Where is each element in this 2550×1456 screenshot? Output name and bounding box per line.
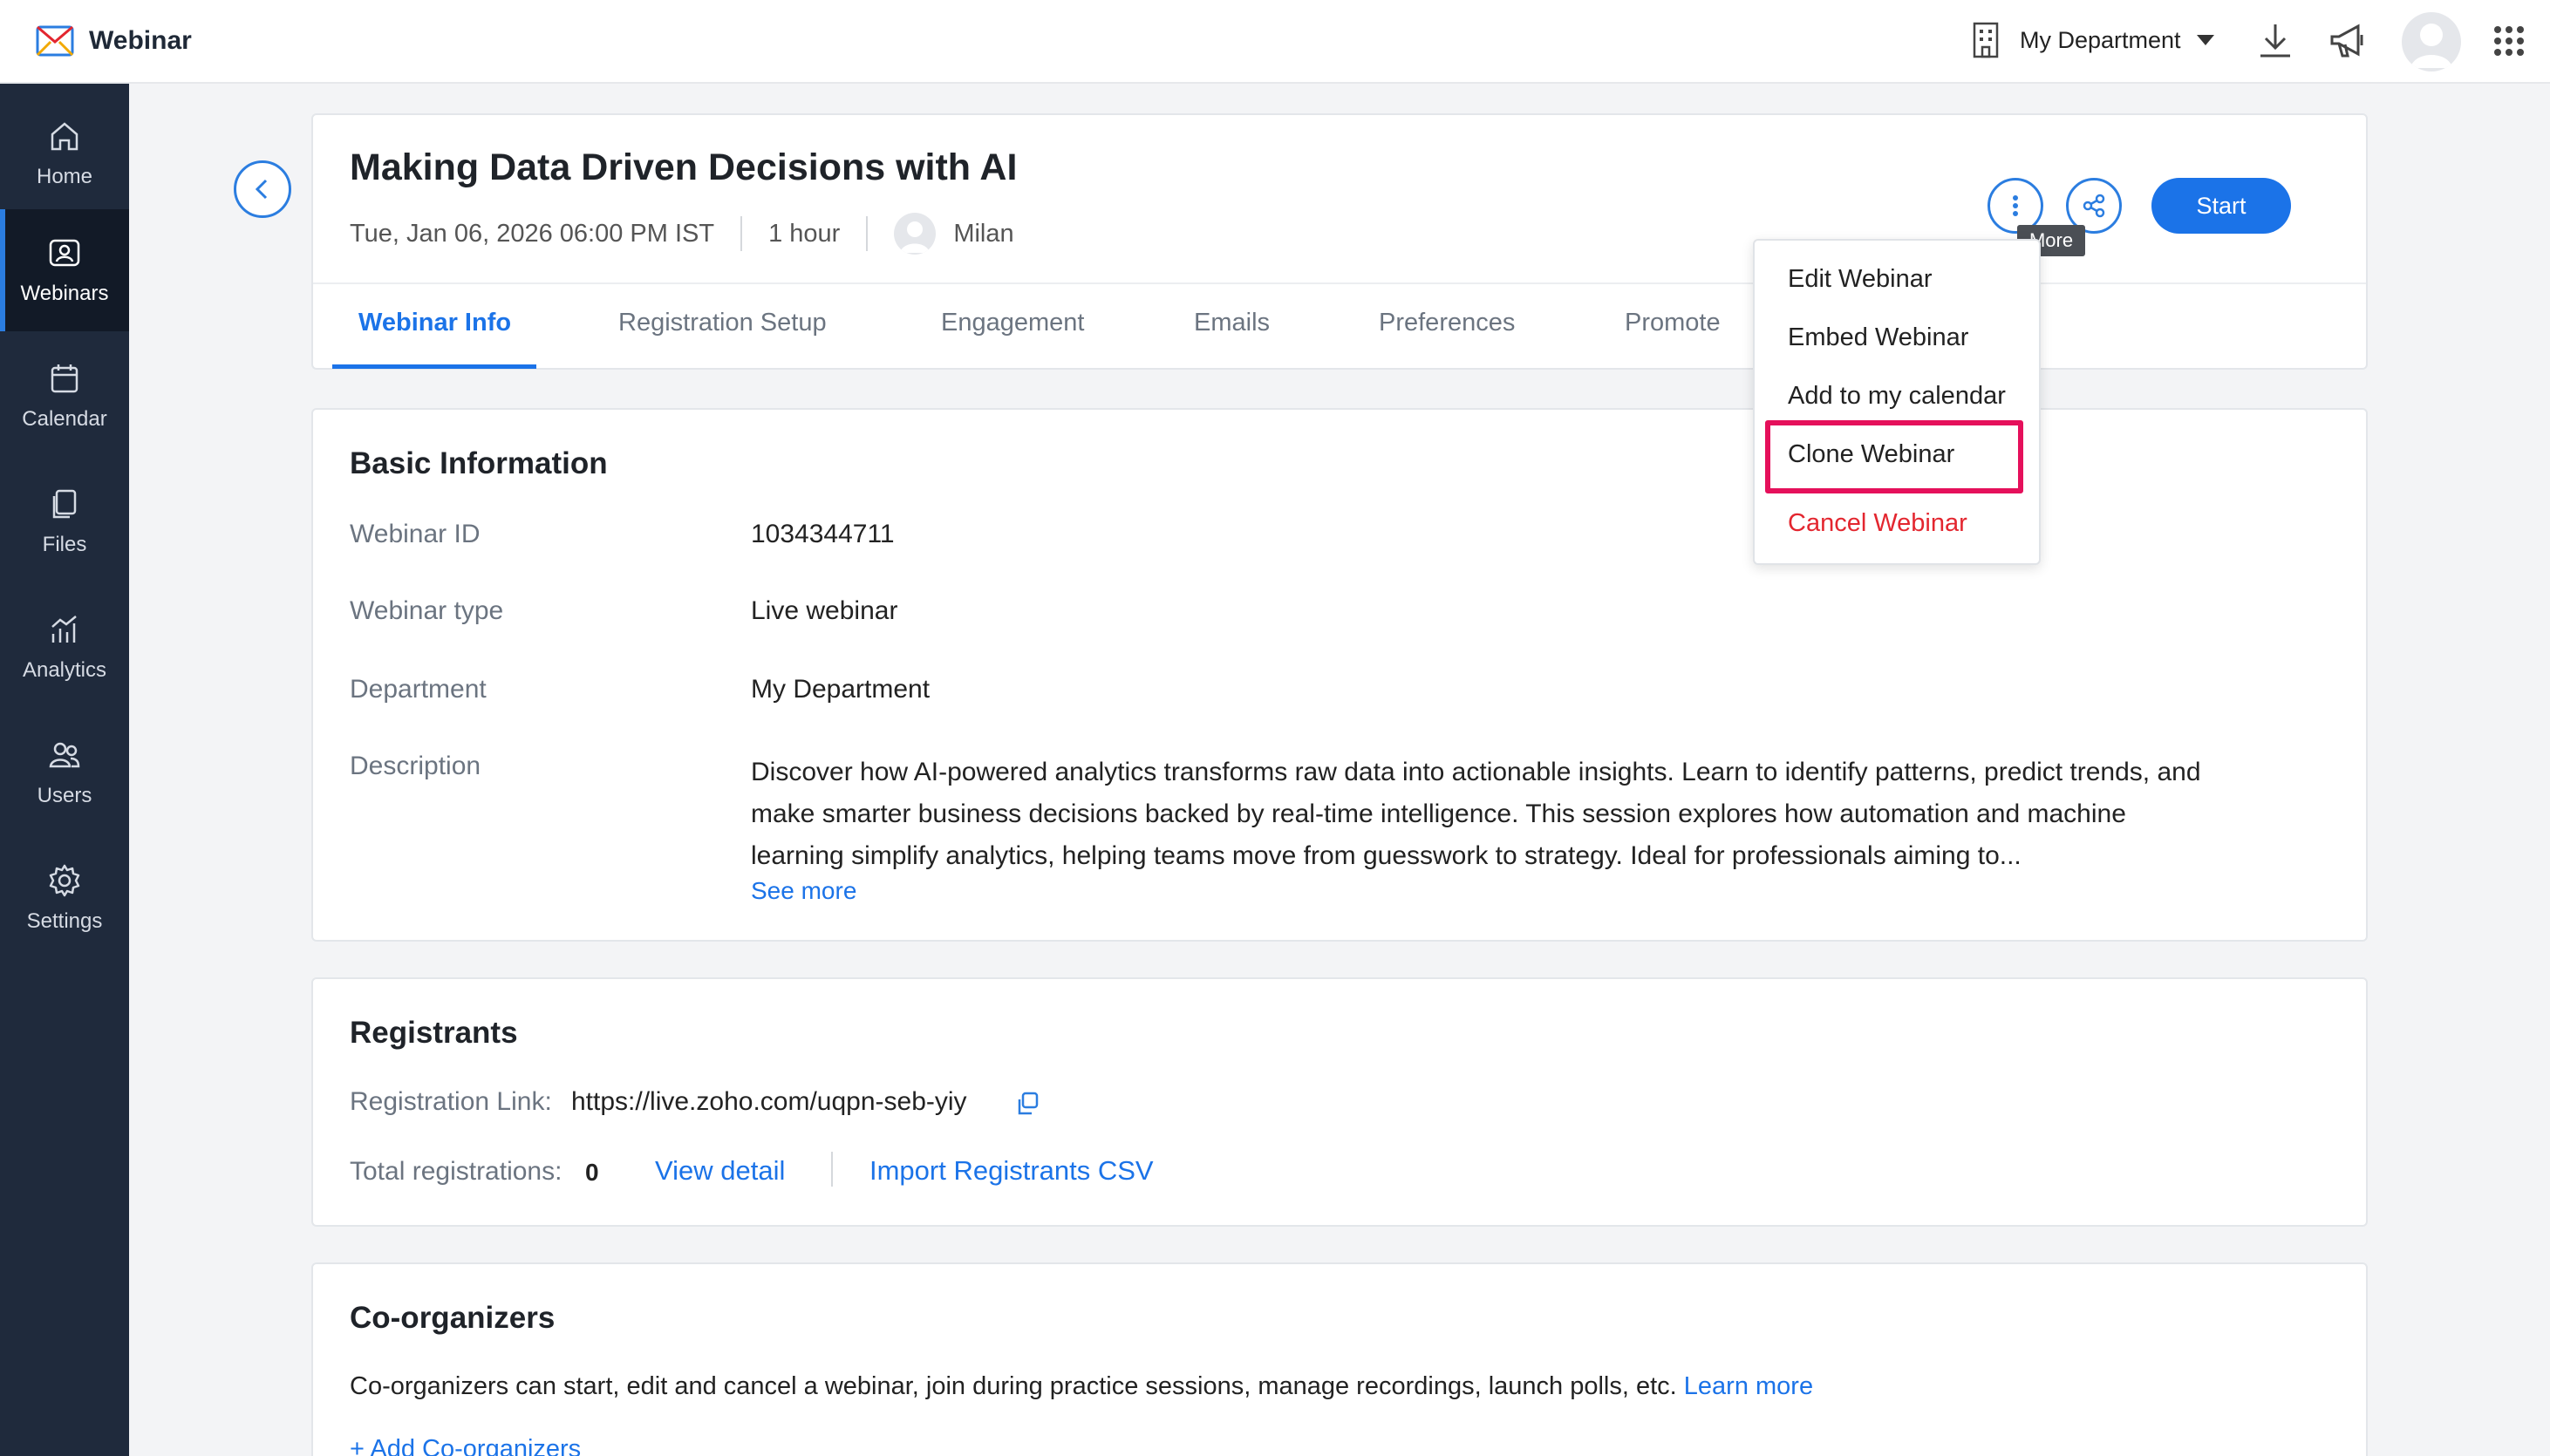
import-registrants-csv-link[interactable]: Import Registrants CSV xyxy=(869,1155,1154,1187)
megaphone-icon[interactable] xyxy=(2325,19,2369,63)
webinar-id-label: Webinar ID xyxy=(350,520,481,548)
sidebar-item-label: Analytics xyxy=(22,658,107,682)
webinar-logo-icon xyxy=(36,25,74,57)
registration-link-label: Registration Link: xyxy=(350,1087,552,1116)
highlight-box xyxy=(1765,420,2023,493)
app-name: Webinar xyxy=(89,26,192,55)
tab-registration-setup[interactable]: Registration Setup xyxy=(618,309,827,337)
total-registrations-value: 0 xyxy=(585,1159,599,1186)
top-bar: Webinar My Department xyxy=(0,0,2550,84)
sidebar-item-label: Users xyxy=(37,784,92,807)
webinar-type-label: Webinar type xyxy=(350,596,504,625)
divider xyxy=(740,216,743,251)
webinar-type-value: Live webinar xyxy=(751,596,898,625)
share-icon xyxy=(2083,194,2105,218)
department-label: My Department xyxy=(2020,26,2181,53)
sidebar-item-label: Home xyxy=(36,165,93,188)
sidebar-item-label: Files xyxy=(42,533,87,556)
webinar-datetime: Tue, Jan 06, 2026 06:00 PM IST xyxy=(350,219,715,248)
building-icon xyxy=(1973,22,1999,58)
chevron-left-icon xyxy=(255,179,268,200)
divider xyxy=(831,1152,833,1187)
download-icon[interactable] xyxy=(2253,19,2297,63)
files-icon xyxy=(52,489,77,519)
webinar-meta: Tue, Jan 06, 2026 06:00 PM IST 1 hour Mi… xyxy=(350,213,1014,255)
section-title: Registrants xyxy=(350,1016,518,1050)
webinar-duration: 1 hour xyxy=(768,219,841,248)
divider xyxy=(866,216,869,251)
active-tab-indicator xyxy=(332,364,536,369)
tab-engagement[interactable]: Engagement xyxy=(941,309,1084,337)
view-detail-link[interactable]: View detail xyxy=(655,1155,785,1187)
sidebar-item-users[interactable]: Users xyxy=(0,711,129,833)
back-button[interactable] xyxy=(234,160,291,218)
section-title: Basic Information xyxy=(350,446,608,480)
description-label: Description xyxy=(350,752,481,780)
webinar-id-value: 1034344711 xyxy=(751,520,895,548)
sidebar-item-label: Webinars xyxy=(20,282,109,305)
department-selector[interactable]: My Department xyxy=(1969,21,2214,59)
section-title: Co-organizers xyxy=(350,1301,556,1335)
department-value: My Department xyxy=(751,675,931,704)
co-organizers-description: Co-organizers can start, edit and cancel… xyxy=(350,1372,1813,1401)
tab-webinar-info[interactable]: Webinar Info xyxy=(358,309,511,337)
gear-icon xyxy=(49,864,80,897)
sidebar-item-calendar[interactable]: Calendar xyxy=(0,335,129,457)
chevron-down-icon xyxy=(2196,35,2214,45)
users-icon xyxy=(49,742,80,768)
sidebar-item-analytics[interactable]: Analytics xyxy=(0,586,129,708)
apps-grid-icon[interactable] xyxy=(2487,19,2531,63)
host-name: Milan xyxy=(953,219,1014,248)
menu-item-add-to-calendar[interactable]: Add to my calendar xyxy=(1788,382,2006,411)
tab-preferences[interactable]: Preferences xyxy=(1379,309,1515,337)
copy-icon[interactable] xyxy=(1014,1091,1040,1117)
start-button[interactable]: Start xyxy=(2151,178,2291,234)
sidebar-item-home[interactable]: Home xyxy=(0,92,129,214)
total-registrations-label: Total registrations: xyxy=(350,1157,562,1186)
more-vertical-icon xyxy=(2013,195,2018,216)
menu-item-edit-webinar[interactable]: Edit Webinar xyxy=(1788,265,1933,294)
basic-information-card: Basic Information Webinar ID 1034344711 … xyxy=(311,408,2368,942)
sidebar-item-settings[interactable]: Settings xyxy=(0,837,129,959)
registrants-card: Registrants Registration Link: https://l… xyxy=(311,977,2368,1227)
description-text: Discover how AI-powered analytics transf… xyxy=(751,758,2201,870)
user-avatar-icon xyxy=(900,221,931,253)
brand[interactable]: Webinar xyxy=(35,23,192,59)
avatar[interactable] xyxy=(2402,12,2461,71)
department-label: Department xyxy=(350,675,487,704)
tab-emails[interactable]: Emails xyxy=(1194,309,1270,337)
sidebar-item-files[interactable]: Files xyxy=(0,460,129,582)
sidebar: Home Webinars Calendar Files Analytics U… xyxy=(0,84,129,1456)
host-avatar xyxy=(894,213,937,255)
analytics-icon xyxy=(51,616,77,643)
registration-link[interactable]: https://live.zoho.com/uqpn-seb-yiy xyxy=(571,1087,967,1117)
co-organizers-text: Co-organizers can start, edit and cancel… xyxy=(350,1372,1677,1400)
page-title: Making Data Driven Decisions with AI xyxy=(350,146,1018,188)
divider xyxy=(313,282,2366,284)
webinar-icon xyxy=(49,239,80,267)
co-organizers-card: Co-organizers Co-organizers can start, e… xyxy=(311,1262,2368,1456)
menu-item-cancel-webinar[interactable]: Cancel Webinar xyxy=(1788,509,1967,538)
sidebar-item-webinars[interactable]: Webinars xyxy=(0,209,129,331)
user-avatar-icon xyxy=(2410,24,2452,68)
add-co-organizers-link[interactable]: + Add Co-organizers xyxy=(350,1435,581,1456)
webinar-header-card: Making Data Driven Decisions with AI Tue… xyxy=(311,113,2368,370)
tab-promote[interactable]: Promote xyxy=(1625,309,1721,337)
sidebar-item-label: Calendar xyxy=(22,407,107,431)
sidebar-item-label: Settings xyxy=(26,909,103,933)
see-more-link[interactable]: See more xyxy=(751,877,856,905)
calendar-icon xyxy=(51,364,78,393)
more-options-menu: Edit Webinar Embed Webinar Add to my cal… xyxy=(1753,239,2041,565)
home-icon xyxy=(51,122,78,151)
menu-item-embed-webinar[interactable]: Embed Webinar xyxy=(1788,323,1968,352)
learn-more-link[interactable]: Learn more xyxy=(1684,1372,1813,1400)
